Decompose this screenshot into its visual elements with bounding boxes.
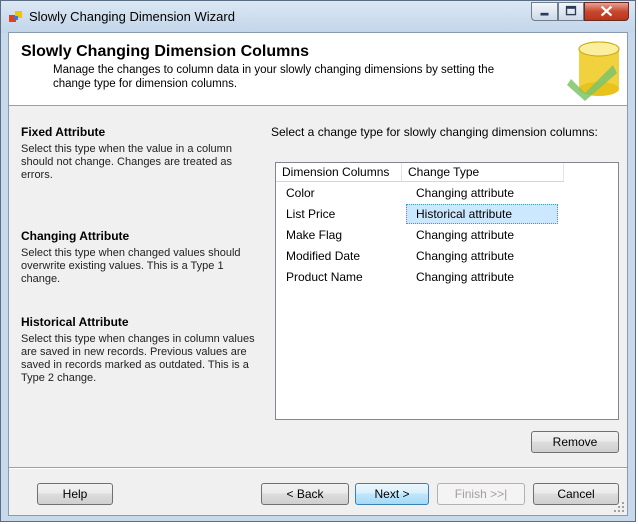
table-row[interactable]: Modified Date Changing attribute — [276, 246, 564, 266]
dimension-column-name: List Price — [286, 207, 336, 221]
column-header-dimension-columns[interactable]: Dimension Columns — [276, 163, 402, 181]
help-heading: Changing Attribute — [21, 229, 130, 243]
help-text: Select this type when the value in a col… — [21, 143, 232, 181]
change-type-cell[interactable]: Changing attribute — [416, 183, 562, 203]
maximize-button[interactable] — [558, 2, 584, 21]
ssis-component-icon — [9, 11, 22, 22]
change-type-cell-selected[interactable]: Historical attribute — [406, 204, 558, 224]
change-type-cell[interactable]: Changing attribute — [416, 225, 562, 245]
page-description: Manage the changes to column data in you… — [53, 64, 495, 90]
column-header-change-type[interactable]: Change Type — [402, 163, 564, 181]
help-heading: Historical Attribute — [21, 315, 129, 329]
minimize-icon — [540, 12, 549, 16]
wizard-header: Slowly Changing Dimension Columns Manage… — [9, 33, 627, 106]
table-row[interactable]: Make Flag Changing attribute — [276, 225, 564, 245]
help-heading: Fixed Attribute — [21, 125, 106, 139]
wizard-window: Slowly Changing Dimension Wizard Slowly … — [0, 0, 636, 522]
list-header: Dimension Columns Change Type — [276, 163, 564, 182]
changing-attribute-help: Changing Attribute Select this type when… — [21, 229, 261, 286]
table-row[interactable]: Product Name Changing attribute — [276, 267, 564, 287]
change-type-cell[interactable]: Changing attribute — [416, 267, 562, 287]
finish-button[interactable]: Finish >>| — [437, 483, 525, 505]
minimize-button[interactable] — [531, 2, 558, 21]
help-button[interactable]: Help — [37, 483, 113, 505]
wizard-client-area: Slowly Changing Dimension Columns Manage… — [8, 32, 628, 516]
table-row[interactable]: List Price Historical attribute — [276, 204, 564, 224]
table-row[interactable]: Color Changing attribute — [276, 183, 564, 203]
cancel-button[interactable]: Cancel — [533, 483, 619, 505]
page-title: Slowly Changing Dimension Columns — [21, 43, 310, 60]
next-button[interactable]: Next > — [355, 483, 429, 505]
footer-separator — [9, 467, 627, 469]
dimension-column-name: Make Flag — [286, 228, 343, 242]
database-check-icon — [567, 41, 620, 101]
close-button[interactable] — [584, 2, 629, 21]
instruction-label: Select a change type for slowly changing… — [271, 125, 598, 139]
resize-grip-icon[interactable] — [613, 501, 625, 513]
dimension-column-name: Modified Date — [286, 249, 361, 263]
help-text: Select this type when changed values sho… — [21, 247, 241, 285]
window-title: Slowly Changing Dimension Wizard — [29, 9, 235, 24]
maximize-icon — [565, 5, 577, 16]
title-bar[interactable]: Slowly Changing Dimension Wizard — [1, 1, 635, 33]
dimension-column-name: Product Name — [286, 270, 363, 284]
remove-button[interactable]: Remove — [531, 431, 619, 453]
close-icon — [600, 5, 613, 17]
fixed-attribute-help: Fixed Attribute Select this type when th… — [21, 125, 261, 182]
help-text: Select this type when changes in column … — [21, 333, 255, 384]
historical-attribute-help: Historical Attribute Select this type wh… — [21, 315, 261, 385]
change-type-cell[interactable]: Changing attribute — [416, 246, 562, 266]
dimension-columns-list[interactable]: Dimension Columns Change Type Color Chan… — [275, 162, 619, 420]
dimension-column-name: Color — [286, 186, 315, 200]
back-button[interactable]: < Back — [261, 483, 349, 505]
